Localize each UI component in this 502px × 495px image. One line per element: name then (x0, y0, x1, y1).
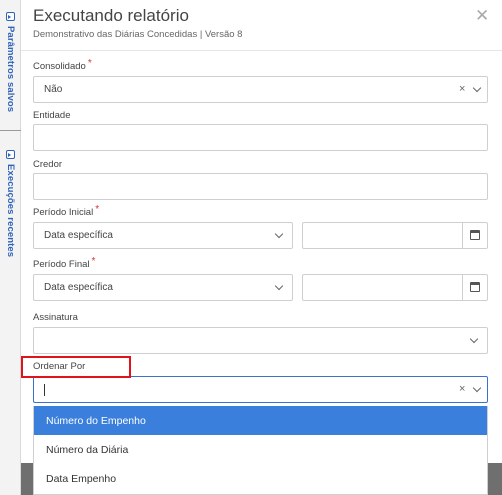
periodo-final-value: Data específica (44, 282, 113, 293)
credor-label: Credor (33, 159, 63, 170)
close-icon[interactable]: ✕ (475, 6, 489, 26)
credor-input[interactable] (33, 173, 488, 200)
calendar-icon (470, 230, 480, 240)
periodo-inicial-value: Data específica (44, 230, 113, 241)
saved-params-tab[interactable]: Parâmetros salvos (0, 12, 21, 112)
expand-icon (6, 12, 15, 21)
periodo-final-date-input[interactable] (302, 274, 488, 301)
expand-icon (6, 150, 15, 159)
calendar-button[interactable] (462, 274, 487, 301)
entidade-input[interactable] (33, 124, 488, 151)
consolidado-select[interactable]: Não × (33, 76, 488, 103)
dropdown-option[interactable]: Número da Diária (34, 435, 487, 464)
ordenar-por-dropdown: Número do Empenho Número da Diária Data … (33, 406, 488, 495)
modal-subtitle: Demonstrativo das Diárias Concedidas | V… (33, 29, 243, 40)
chevron-down-icon[interactable] (472, 83, 482, 93)
periodo-final-label: Período Final * (33, 256, 96, 270)
text-cursor (44, 384, 45, 396)
required-marker: * (87, 58, 92, 69)
required-marker: * (95, 204, 100, 215)
dropdown-option[interactable]: Data Empenho (34, 464, 487, 493)
report-modal: Executando relatório Demonstrativo das D… (21, 0, 502, 463)
side-divider (0, 130, 21, 131)
ordenar-por-select[interactable]: × (33, 376, 488, 403)
saved-params-label: Parâmetros salvos (5, 26, 16, 113)
calendar-button[interactable] (462, 222, 487, 249)
modal-title: Executando relatório (33, 6, 189, 25)
assinatura-label: Assinatura (33, 312, 78, 323)
dropdown-option[interactable]: Número do Empenho (34, 406, 487, 435)
chevron-down-icon[interactable] (472, 383, 482, 393)
calendar-icon (470, 282, 480, 292)
required-marker: * (91, 256, 96, 267)
recent-runs-label: Execuções recentes (5, 164, 16, 258)
chevron-down-icon[interactable] (274, 229, 284, 239)
assinatura-select[interactable] (33, 327, 488, 354)
periodo-inicial-date-input[interactable] (302, 222, 488, 249)
side-panel: Parâmetros salvos Execuções recentes (0, 0, 21, 495)
periodo-final-select[interactable]: Data específica (33, 274, 293, 301)
chevron-down-icon[interactable] (469, 334, 479, 344)
entidade-label: Entidade (33, 110, 71, 121)
clear-icon[interactable]: × (459, 83, 465, 95)
chevron-down-icon[interactable] (274, 281, 284, 291)
highlight-box (21, 356, 131, 378)
recent-runs-tab[interactable]: Execuções recentes (0, 150, 21, 257)
periodo-inicial-label: Período Inicial * (33, 204, 100, 218)
periodo-inicial-select[interactable]: Data específica (33, 222, 293, 249)
clear-icon[interactable]: × (459, 383, 465, 395)
consolidado-label: Consolidado * (33, 58, 92, 72)
consolidado-value: Não (44, 84, 63, 95)
header-divider (21, 50, 502, 51)
